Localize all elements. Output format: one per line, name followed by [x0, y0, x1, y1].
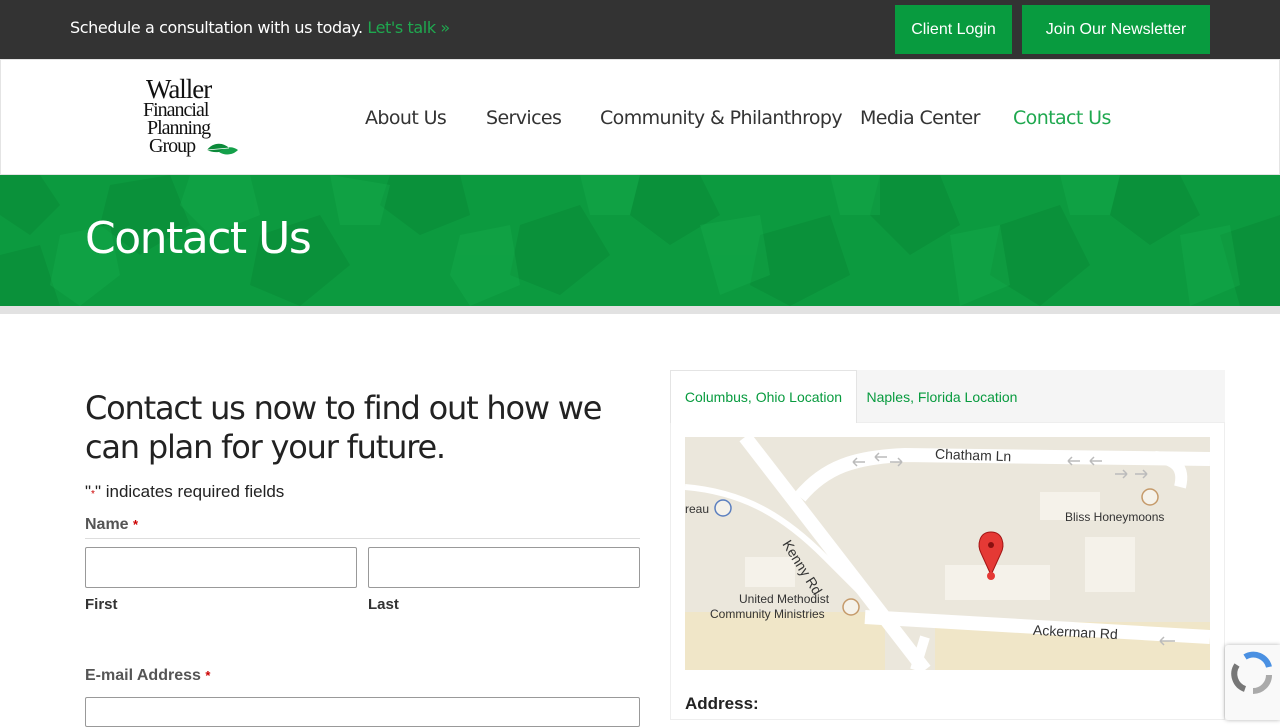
name-field-label: Name * — [85, 516, 138, 534]
nav-community-philanthropy[interactable]: Community & Philanthropy — [600, 107, 843, 129]
map-label-bliss: Bliss Honeymoons — [1065, 510, 1165, 524]
recaptcha-badge[interactable] — [1225, 645, 1280, 720]
top-bar: Schedule a consultation with us today. L… — [0, 0, 1280, 59]
email-field-label: E-mail Address * — [85, 667, 210, 685]
map-roads — [685, 437, 1210, 670]
tab-columbus-ohio[interactable]: Columbus, Ohio Location — [670, 370, 857, 423]
nav-about-us[interactable]: About Us — [365, 107, 447, 129]
name-label-text: Name — [85, 516, 129, 533]
map-label-chatham: Chatham Ln — [934, 445, 1012, 465]
tab-naples-florida[interactable]: Naples, Florida Location — [857, 370, 1027, 423]
email-required-star: * — [205, 668, 211, 683]
last-name-sublabel: Last — [368, 596, 399, 613]
hero-banner: Contact Us — [0, 175, 1280, 306]
name-required-star: * — [133, 517, 139, 532]
location-map[interactable]: Chatham Ln Kenny Rd Ackerman Rd Bliss Ho… — [685, 437, 1210, 670]
map-label-umcm-2: Community Ministries — [710, 607, 825, 621]
first-name-sublabel: First — [85, 596, 118, 613]
logo-line-4: Group — [149, 135, 196, 157]
recaptcha-icon — [1231, 651, 1272, 694]
email-label-text: E-mail Address — [85, 667, 201, 684]
main-navbar: Waller Financial Planning Group About Us… — [0, 59, 1280, 175]
promo-message: Schedule a consultation with us today. — [70, 18, 363, 37]
email-input[interactable] — [85, 697, 640, 727]
hero-divider — [0, 306, 1280, 314]
nav-contact-us[interactable]: Contact Us — [1013, 107, 1111, 129]
map-label-reau: reau — [685, 502, 710, 516]
required-note: "*" indicates required fields — [85, 482, 284, 502]
required-note-suffix: " indicates required fields — [94, 482, 285, 501]
nav-media-center[interactable]: Media Center — [860, 107, 980, 129]
lets-talk-link[interactable]: Let's talk » — [367, 18, 450, 37]
nav-services[interactable]: Services — [486, 107, 562, 129]
page-title: Contact Us — [85, 213, 312, 264]
last-name-input[interactable] — [368, 547, 640, 588]
waller-logo[interactable]: Waller Financial Planning Group — [143, 74, 243, 160]
map-label-umcm-1: United Methodist — [739, 592, 830, 606]
address-label: Address: — [685, 694, 759, 713]
form-heading: Contact us now to find out how we can pl… — [85, 389, 602, 466]
first-name-input[interactable] — [85, 547, 357, 588]
promo-text: Schedule a consultation with us today. L… — [70, 18, 450, 37]
name-label-divider — [85, 538, 640, 539]
newsletter-button[interactable]: Join Our Newsletter — [1022, 5, 1210, 54]
leaf-icon — [206, 143, 238, 155]
client-login-button[interactable]: Client Login — [895, 5, 1012, 54]
